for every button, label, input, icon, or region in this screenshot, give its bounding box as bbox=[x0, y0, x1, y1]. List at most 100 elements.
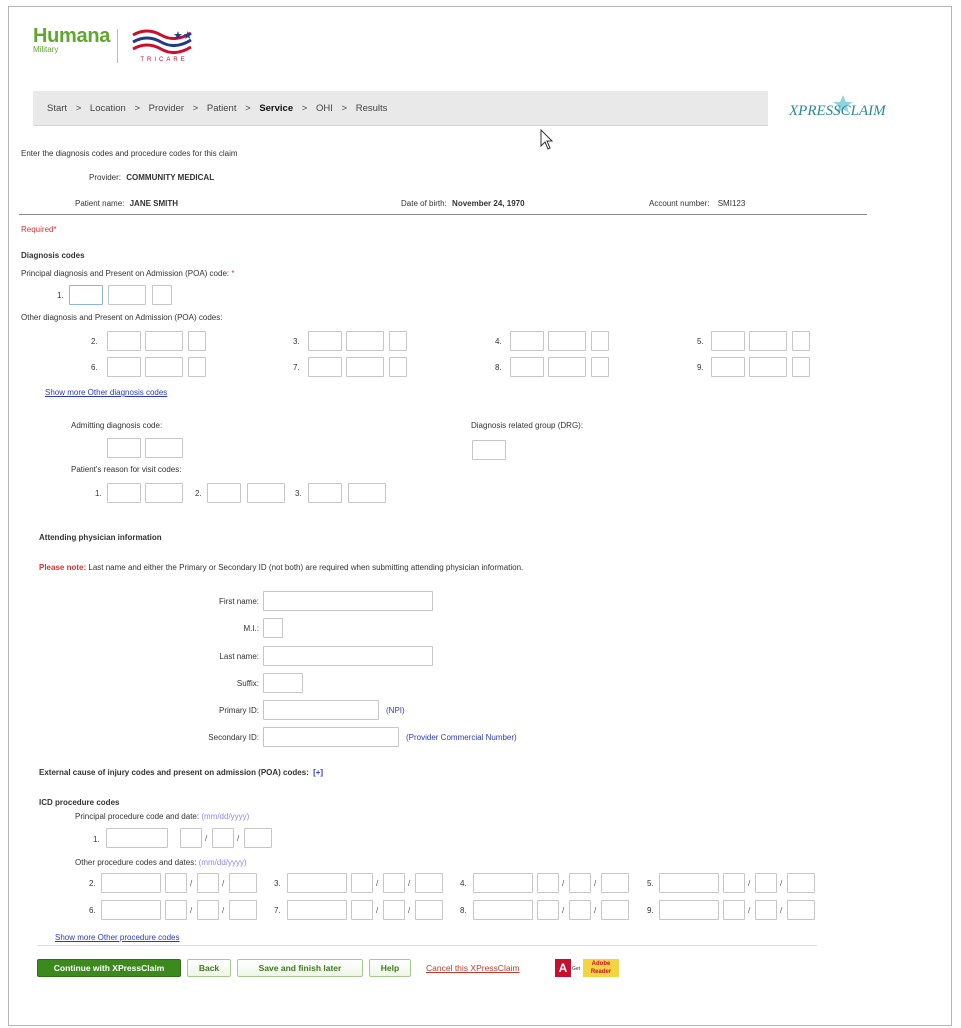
diagnosis-code-ext-input[interactable] bbox=[346, 357, 384, 377]
mi-input[interactable] bbox=[263, 618, 283, 638]
admitting-diagnosis-ext-input[interactable] bbox=[145, 438, 183, 458]
procedure-code-input[interactable] bbox=[101, 900, 161, 920]
procedure-code-input[interactable] bbox=[659, 873, 719, 893]
principal-procedure-code-input[interactable] bbox=[106, 828, 168, 848]
suffix-input[interactable] bbox=[263, 673, 303, 693]
diagnosis-code-ext-input[interactable] bbox=[145, 331, 183, 351]
diagnosis-code-ext-input[interactable] bbox=[145, 357, 183, 377]
principal-procedure-month-input[interactable] bbox=[180, 828, 202, 848]
breadcrumb-provider[interactable]: Provider bbox=[149, 103, 184, 114]
continue-button[interactable]: Continue with XPressClaim bbox=[37, 959, 181, 977]
diagnosis-code-input[interactable] bbox=[107, 357, 141, 377]
date-slash: / bbox=[780, 906, 783, 915]
reason-code-3-input[interactable] bbox=[308, 483, 342, 503]
diagnosis-poa-input[interactable] bbox=[188, 357, 206, 377]
last-name-input[interactable] bbox=[263, 646, 433, 666]
diagnosis-poa-input[interactable] bbox=[591, 357, 609, 377]
diagnosis-code-input[interactable] bbox=[711, 331, 745, 351]
get-adobe-reader-badge[interactable]: A Get Adobe Reader bbox=[555, 959, 619, 977]
admitting-diagnosis-input[interactable] bbox=[107, 438, 141, 458]
provider-label: Provider: bbox=[89, 173, 122, 182]
cancel-xpressclaim-link[interactable]: Cancel this XPressClaim bbox=[426, 963, 520, 973]
procedure-day-input[interactable] bbox=[383, 873, 405, 893]
procedure-year-input[interactable] bbox=[787, 873, 815, 893]
procedure-month-input[interactable] bbox=[165, 873, 187, 893]
save-finish-later-button[interactable]: Save and finish later bbox=[237, 959, 363, 977]
procedure-year-input[interactable] bbox=[229, 873, 257, 893]
show-more-diagnosis-link[interactable]: Show more Other diagnosis codes bbox=[45, 388, 167, 397]
diagnosis-number: 9. bbox=[697, 363, 704, 372]
procedure-year-input[interactable] bbox=[787, 900, 815, 920]
mouse-cursor-icon bbox=[540, 128, 554, 153]
diagnosis-code-input[interactable] bbox=[510, 357, 544, 377]
procedure-month-input[interactable] bbox=[351, 900, 373, 920]
back-button[interactable]: Back bbox=[187, 959, 231, 977]
external-cause-toggle[interactable]: [+] bbox=[313, 768, 323, 777]
procedure-day-input[interactable] bbox=[197, 900, 219, 920]
reason-code-3-ext-input[interactable] bbox=[348, 483, 386, 503]
breadcrumb-location[interactable]: Location bbox=[90, 103, 126, 114]
diagnosis-code-input[interactable] bbox=[107, 331, 141, 351]
account-value: SMI123 bbox=[717, 199, 746, 208]
reason-code-2-ext-input[interactable] bbox=[247, 483, 285, 503]
other-procedure-text: Other procedure codes and dates: bbox=[75, 858, 197, 867]
procedure-code-input[interactable] bbox=[287, 873, 347, 893]
procedure-code-input[interactable] bbox=[287, 900, 347, 920]
diagnosis-poa-input[interactable] bbox=[389, 331, 407, 351]
procedure-day-input[interactable] bbox=[755, 873, 777, 893]
drg-input[interactable] bbox=[472, 440, 506, 460]
reason-code-2-input[interactable] bbox=[207, 483, 241, 503]
principal-procedure-year-input[interactable] bbox=[244, 828, 272, 848]
diagnosis-code-input[interactable] bbox=[711, 357, 745, 377]
diagnosis-code-input[interactable] bbox=[308, 331, 342, 351]
tricare-text: TRICARE bbox=[140, 57, 188, 63]
diagnosis-poa-input[interactable] bbox=[792, 357, 810, 377]
procedure-year-input[interactable] bbox=[229, 900, 257, 920]
principal-diagnosis-code-input[interactable] bbox=[69, 285, 103, 305]
procedure-code-input[interactable] bbox=[101, 873, 161, 893]
primary-id-input[interactable] bbox=[263, 700, 379, 720]
procedure-month-input[interactable] bbox=[537, 900, 559, 920]
principal-poa-input[interactable] bbox=[152, 285, 172, 305]
procedure-month-input[interactable] bbox=[537, 873, 559, 893]
secondary-id-input[interactable] bbox=[263, 727, 399, 747]
diagnosis-code-ext-input[interactable] bbox=[749, 331, 787, 351]
procedure-day-input[interactable] bbox=[569, 873, 591, 893]
procedure-code-input[interactable] bbox=[659, 900, 719, 920]
reason-code-1-input[interactable] bbox=[107, 483, 141, 503]
principal-diagnosis-code-ext-input[interactable] bbox=[108, 285, 146, 305]
header-divider bbox=[19, 214, 867, 215]
reason-code-1-ext-input[interactable] bbox=[145, 483, 183, 503]
help-button[interactable]: Help bbox=[369, 959, 411, 977]
principal-procedure-day-input[interactable] bbox=[212, 828, 234, 848]
procedure-day-input[interactable] bbox=[383, 900, 405, 920]
procedure-number: 5. bbox=[647, 879, 654, 888]
diagnosis-poa-input[interactable] bbox=[591, 331, 609, 351]
procedure-day-input[interactable] bbox=[197, 873, 219, 893]
procedure-year-input[interactable] bbox=[415, 873, 443, 893]
diagnosis-poa-input[interactable] bbox=[389, 357, 407, 377]
procedure-year-input[interactable] bbox=[415, 900, 443, 920]
breadcrumb-patient[interactable]: Patient bbox=[207, 103, 237, 114]
breadcrumb-start[interactable]: Start bbox=[47, 103, 67, 114]
procedure-year-input[interactable] bbox=[601, 873, 629, 893]
procedure-month-input[interactable] bbox=[723, 900, 745, 920]
procedure-month-input[interactable] bbox=[351, 873, 373, 893]
procedure-code-input[interactable] bbox=[473, 900, 533, 920]
diagnosis-poa-input[interactable] bbox=[188, 331, 206, 351]
diagnosis-code-ext-input[interactable] bbox=[548, 331, 586, 351]
procedure-month-input[interactable] bbox=[165, 900, 187, 920]
first-name-input[interactable] bbox=[263, 591, 433, 611]
procedure-day-input[interactable] bbox=[755, 900, 777, 920]
diagnosis-code-input[interactable] bbox=[308, 357, 342, 377]
show-more-procedure-link[interactable]: Show more Other procedure codes bbox=[55, 933, 180, 942]
diagnosis-poa-input[interactable] bbox=[792, 331, 810, 351]
procedure-code-input[interactable] bbox=[473, 873, 533, 893]
procedure-month-input[interactable] bbox=[723, 873, 745, 893]
diagnosis-code-ext-input[interactable] bbox=[548, 357, 586, 377]
procedure-day-input[interactable] bbox=[569, 900, 591, 920]
diagnosis-code-ext-input[interactable] bbox=[346, 331, 384, 351]
procedure-year-input[interactable] bbox=[601, 900, 629, 920]
diagnosis-code-ext-input[interactable] bbox=[749, 357, 787, 377]
diagnosis-code-input[interactable] bbox=[510, 331, 544, 351]
